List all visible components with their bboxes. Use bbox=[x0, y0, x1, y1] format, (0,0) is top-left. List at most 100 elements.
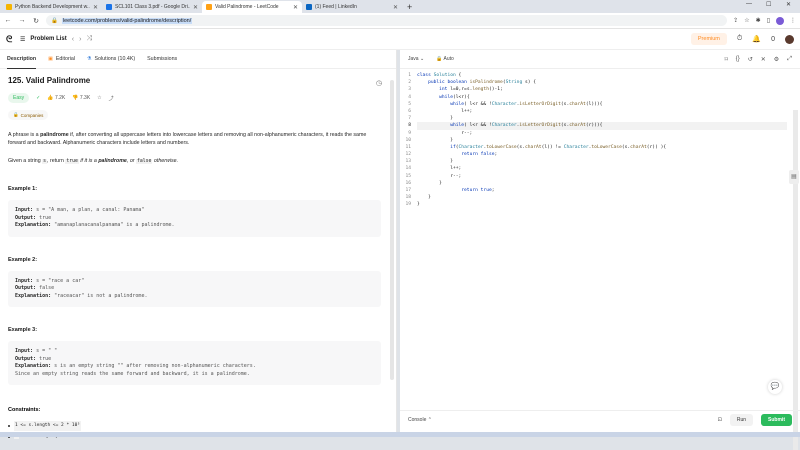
code-line[interactable]: 3 int l=0,r=s.length()-1; bbox=[400, 86, 790, 93]
output-label: Output: bbox=[15, 356, 36, 362]
code-line[interactable]: 13 } bbox=[400, 158, 790, 165]
lock-icon: 🔒 bbox=[51, 18, 58, 24]
code-line[interactable]: 10 } bbox=[400, 137, 790, 144]
reload-icon[interactable]: ↻ bbox=[32, 17, 40, 25]
scrollbar[interactable] bbox=[390, 80, 394, 380]
code-line[interactable]: 4 while(l<r){ bbox=[400, 94, 790, 101]
tab-close-icon[interactable]: ✕ bbox=[393, 4, 398, 11]
url-input[interactable]: 🔒 leetcode.com/problems/valid-palindrome… bbox=[46, 15, 727, 26]
close-window-icon[interactable]: ✕ bbox=[786, 1, 791, 8]
next-problem-icon[interactable]: › bbox=[79, 36, 81, 43]
example-explanation-cont: Since an empty string reads the same for… bbox=[15, 371, 374, 379]
browser-tab-2[interactable]: SCL101 Class 3.pdf - Google Dri... ✕ bbox=[102, 1, 202, 13]
desc-text: , or bbox=[127, 158, 136, 164]
timer-icon[interactable]: ⏱ bbox=[737, 35, 742, 43]
code-editor[interactable]: 1class Solution {2 public boolean isPali… bbox=[400, 72, 790, 402]
line-number: 12 bbox=[400, 151, 417, 158]
example-heading: Example 1: bbox=[8, 186, 383, 192]
tab-editorial[interactable]: ▣ Editorial bbox=[48, 50, 75, 69]
code-line[interactable]: 6 l++; bbox=[400, 108, 790, 115]
minimize-icon[interactable]: — bbox=[746, 1, 752, 7]
notification-icon[interactable]: 🔔 bbox=[752, 35, 761, 43]
bookmark-star-icon[interactable]: ☆ bbox=[744, 17, 749, 24]
doc-icon[interactable]: ▤ bbox=[789, 170, 799, 184]
forward-icon[interactable]: → bbox=[18, 17, 26, 24]
premium-button[interactable]: Premium bbox=[691, 33, 727, 45]
code-line[interactable]: 5 while( l<r && !Character.isLetterOrDig… bbox=[400, 101, 790, 108]
like-button[interactable]: 👍 7.2K bbox=[47, 95, 65, 101]
browser-tab-1[interactable]: Python Backend Development w... ✕ bbox=[2, 1, 102, 13]
back-icon[interactable]: ← bbox=[4, 17, 12, 24]
output-label: Output: bbox=[15, 215, 36, 221]
tab-description[interactable]: Description bbox=[7, 50, 36, 69]
code-line[interactable]: 9 r--; bbox=[400, 130, 790, 137]
code-text: l++; bbox=[417, 165, 461, 172]
inline-code: false bbox=[136, 159, 152, 164]
tab-label: Solutions (10.4K) bbox=[95, 56, 136, 62]
console-toggle[interactable]: Console ⌃ bbox=[408, 417, 432, 423]
tab-solutions[interactable]: ⚗ Solutions (10.4K) bbox=[87, 50, 135, 69]
code-line[interactable]: 11 if(Character.toLowerCase(s.charAt(l))… bbox=[400, 144, 790, 151]
url-text: leetcode.com/problems/valid-palindrome/d… bbox=[62, 18, 192, 24]
extensions-icon[interactable]: ✱ bbox=[756, 17, 761, 24]
tab-close-icon[interactable]: ✕ bbox=[193, 4, 198, 11]
code-line[interactable]: 8 while( l<r && !Character.isLetterOrDig… bbox=[400, 122, 790, 129]
maximize-icon[interactable]: ☐ bbox=[766, 1, 771, 8]
reset-icon[interactable]: ↺ bbox=[748, 56, 753, 63]
code-line[interactable]: 1class Solution { bbox=[400, 72, 790, 79]
code-line[interactable]: 18 } bbox=[400, 194, 790, 201]
close-icon[interactable]: ✕ bbox=[761, 56, 766, 63]
code-line[interactable]: 19} bbox=[400, 201, 790, 208]
code-text: } bbox=[417, 194, 431, 201]
run-button[interactable]: Run bbox=[730, 414, 753, 426]
fullscreen-icon[interactable]: ⤢ bbox=[787, 56, 792, 63]
language-select[interactable]: Java ⌄ bbox=[408, 56, 424, 62]
favorite-star-icon[interactable]: ☆ bbox=[97, 95, 101, 101]
line-number: 16 bbox=[400, 180, 417, 187]
code-line[interactable]: 16 } bbox=[400, 180, 790, 187]
tab-close-icon[interactable]: ✕ bbox=[293, 4, 298, 11]
lock-icon: 🔒 bbox=[13, 112, 19, 118]
editor-scrollbar[interactable] bbox=[793, 110, 798, 450]
tab-close-icon[interactable]: ✕ bbox=[93, 4, 98, 11]
desc-text: if it is a bbox=[79, 158, 98, 164]
code-text: } bbox=[417, 180, 442, 187]
share-icon[interactable]: ⇪ bbox=[733, 17, 738, 24]
browser-tab-4[interactable]: (1) Feed | LinkedIn ✕ bbox=[302, 1, 402, 13]
code-line[interactable]: 2 public boolean isPalindrome(String s) … bbox=[400, 79, 790, 86]
like-count: 7.2K bbox=[55, 95, 65, 101]
lock-icon: 🔒 bbox=[436, 56, 442, 62]
user-avatar[interactable] bbox=[785, 35, 794, 44]
constraints-heading: Constraints: bbox=[8, 407, 383, 413]
code-text: return true; bbox=[417, 187, 495, 194]
submit-button[interactable]: Submit bbox=[761, 414, 792, 426]
code-line[interactable]: 7 } bbox=[400, 115, 790, 122]
browser-tab-3[interactable]: Valid Palindrome - LeetCode ✕ bbox=[202, 1, 302, 13]
braces-icon[interactable]: {} bbox=[736, 56, 740, 63]
chat-icon[interactable]: 💬 bbox=[768, 380, 782, 394]
share-icon[interactable]: ⤴ bbox=[109, 95, 114, 102]
auto-toggle[interactable]: 🔒 Auto bbox=[436, 56, 454, 62]
shuffle-icon[interactable]: ⤨ bbox=[86, 35, 92, 43]
line-number: 3 bbox=[400, 86, 417, 93]
prev-problem-icon[interactable]: ‹ bbox=[72, 36, 74, 43]
example-box: Input: s = "race a car" Output: false Ex… bbox=[8, 271, 381, 308]
companies-tag[interactable]: 🔒 Companies bbox=[8, 110, 48, 120]
code-line[interactable]: 17 return true; bbox=[400, 187, 790, 194]
settings-icon[interactable]: ⚙ bbox=[774, 56, 779, 63]
code-line[interactable]: 15 r--; bbox=[400, 173, 790, 180]
code-line[interactable]: 14 l++; bbox=[400, 165, 790, 172]
sidepanel-icon[interactable]: ▯ bbox=[767, 17, 770, 24]
code-line[interactable]: 12 return false; bbox=[400, 151, 790, 158]
menu-kebab-icon[interactable]: ⋮ bbox=[790, 17, 796, 24]
tab-submissions[interactable]: Submissions bbox=[147, 50, 177, 69]
profile-avatar[interactable] bbox=[776, 17, 784, 25]
notification-count: 0 bbox=[771, 36, 775, 43]
leetcode-logo-icon[interactable]: ᘓ bbox=[6, 34, 14, 44]
dislike-button[interactable]: 👎 7.3K bbox=[72, 95, 90, 101]
constraint-text: 1 <= s.length <= 2 * 10⁵ bbox=[14, 421, 81, 431]
bookmark-icon[interactable]: ⌑ bbox=[725, 56, 728, 63]
upload-icon[interactable]: ⊡ bbox=[718, 417, 722, 423]
problem-list-link[interactable]: Problem List bbox=[30, 36, 66, 42]
new-tab-button[interactable]: + bbox=[402, 1, 417, 13]
